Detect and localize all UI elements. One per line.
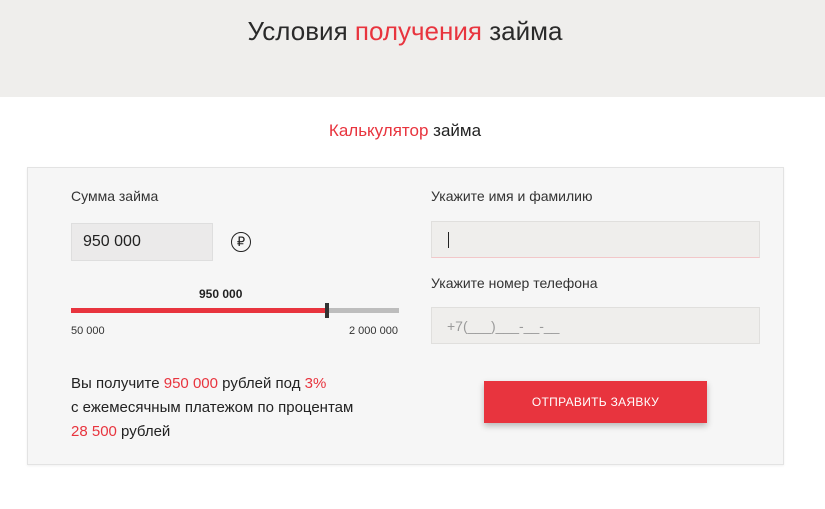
- slider-max-label: 2 000 000: [349, 325, 398, 337]
- page-title-part2: займа: [481, 16, 563, 46]
- amount-input[interactable]: 950 000: [71, 223, 213, 261]
- summary-line-2: с ежемесячным платежом по процентам: [71, 399, 354, 416]
- slider-value-label: 950 000: [199, 287, 243, 301]
- slider-fill: [71, 308, 327, 313]
- summary-payment: 28 500: [71, 423, 117, 440]
- page-title: Условия получения займа: [0, 16, 810, 47]
- summary-rate: 3%: [304, 375, 327, 392]
- loan-summary: Вы получите 950 000 рублей под 3% с ежем…: [71, 372, 353, 444]
- summary-line-3: 28 500 рублей: [71, 420, 353, 444]
- amount-slider[interactable]: [71, 303, 399, 318]
- text-cursor: [448, 232, 449, 248]
- summary-text-4: рублей: [116, 423, 171, 440]
- name-input[interactable]: [431, 221, 760, 258]
- phone-label: Укажите номер телефона: [431, 275, 598, 291]
- page-title-accent: получения: [354, 16, 482, 46]
- phone-input[interactable]: +7(___)___-__-__: [431, 307, 760, 344]
- calculator-title-rest: займа: [428, 121, 482, 140]
- summary-line-1: Вы получите 950 000 рублей под 3%: [71, 372, 353, 396]
- summary-text-2: рублей под: [217, 375, 305, 392]
- slider-min-label: 50 000: [71, 325, 105, 337]
- header-band: [0, 0, 825, 97]
- slider-handle[interactable]: [325, 303, 329, 318]
- page-title-part1: Условия: [247, 16, 355, 46]
- calculator-title-accent: Калькулятор: [328, 121, 429, 140]
- amount-label: Сумма займа: [71, 188, 159, 204]
- summary-amount: 950 000: [163, 375, 218, 392]
- name-label: Укажите имя и фамилию: [431, 188, 593, 204]
- calculator-title: Калькулятор займа: [0, 121, 810, 141]
- ruble-icon: ₽: [231, 232, 251, 252]
- summary-text-1: Вы получите: [71, 375, 164, 392]
- submit-button[interactable]: ОТПРАВИТЬ ЗАЯВКУ: [484, 381, 707, 423]
